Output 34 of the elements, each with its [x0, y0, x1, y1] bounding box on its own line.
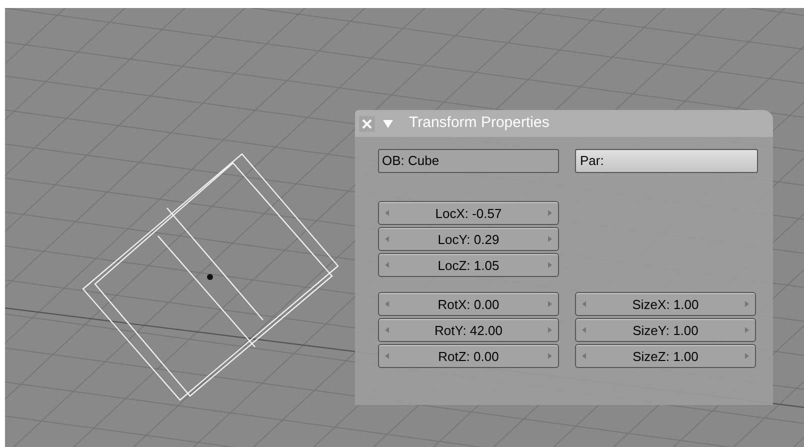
3d-viewport[interactable]: Transform Properties OB: Cube Par: LocX: -0.57 LocY: 0.29 LocZ: 1.05 RotX: 0.00 RotY: 42.00 RotZ: 0.00 SizeX: 1.00 SizeY: 1.00 SizeZ: 1.00: [5, 8, 804, 447]
left-arrow-icon[interactable]: [582, 353, 586, 359]
right-arrow-icon[interactable]: [548, 353, 552, 359]
number-field[interactable]: LocY: 0.29: [378, 227, 559, 251]
number-field[interactable]: RotY: 42.00: [378, 318, 559, 342]
left-arrow-icon[interactable]: [582, 327, 586, 333]
right-arrow-icon[interactable]: [745, 301, 749, 307]
left-arrow-icon[interactable]: [385, 210, 389, 216]
object-name-field[interactable]: OB: Cube: [378, 149, 559, 173]
number-field[interactable]: LocX: -0.57: [378, 201, 559, 225]
number-field[interactable]: SizeY: 1.00: [575, 318, 756, 342]
number-field[interactable]: LocZ: 1.05: [378, 253, 559, 277]
left-arrow-icon[interactable]: [582, 301, 586, 307]
right-arrow-icon[interactable]: [548, 210, 552, 216]
left-arrow-icon[interactable]: [385, 262, 389, 268]
parent-field[interactable]: Par:: [575, 149, 758, 173]
right-arrow-icon[interactable]: [548, 327, 552, 333]
object-origin-icon: [207, 274, 213, 280]
left-arrow-icon[interactable]: [385, 353, 389, 359]
number-field[interactable]: SizeZ: 1.00: [575, 344, 756, 368]
left-arrow-icon[interactable]: [385, 236, 389, 242]
close-icon[interactable]: [359, 116, 375, 132]
right-arrow-icon[interactable]: [548, 236, 552, 242]
number-field[interactable]: RotX: 0.00: [378, 292, 559, 316]
right-arrow-icon[interactable]: [744, 353, 749, 359]
number-field[interactable]: SizeX: 1.00: [575, 292, 756, 316]
left-arrow-icon[interactable]: [385, 301, 389, 307]
number-field[interactable]: RotZ: 0.00: [378, 344, 559, 368]
right-arrow-icon[interactable]: [745, 327, 749, 333]
panel-title: Transform Properties: [409, 113, 550, 134]
right-arrow-icon[interactable]: [548, 301, 552, 307]
left-arrow-icon[interactable]: [385, 327, 389, 333]
right-arrow-icon[interactable]: [548, 262, 552, 268]
collapse-triangle-icon[interactable]: [383, 120, 393, 128]
